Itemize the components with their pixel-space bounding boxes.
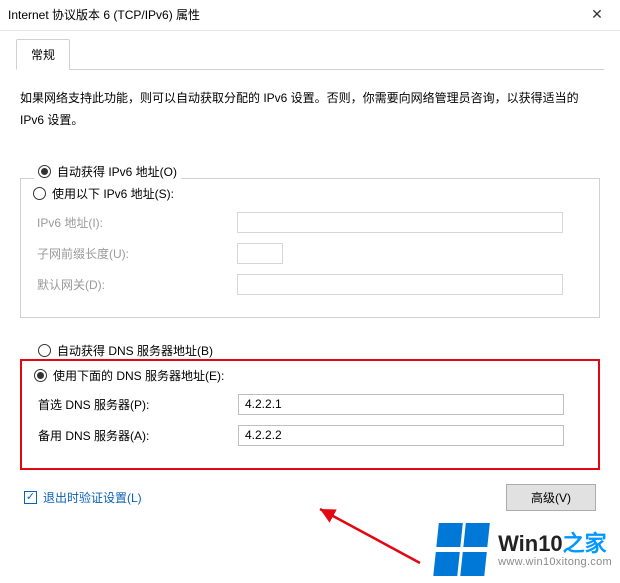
windows-logo-icon — [433, 523, 493, 577]
content: 常规 如果网络支持此功能，则可以自动获取分配的 IPv6 设置。否则，你需要向网… — [0, 31, 620, 511]
watermark-brand-a: Win10 — [498, 531, 563, 556]
radio-icon — [38, 165, 51, 178]
footer: 退出时验证设置(L) 高级(V) — [24, 484, 596, 511]
radio-ip-manual[interactable]: 使用以下 IPv6 地址(S): — [33, 185, 587, 202]
dns-preferred-input[interactable]: 4.2.2.1 — [238, 394, 564, 415]
ip-prefix-input — [237, 243, 283, 264]
tab-strip: 常规 — [16, 39, 604, 70]
checkbox-icon — [24, 491, 37, 504]
ip-prefix-label: 子网前缀长度(U): — [37, 245, 237, 262]
ip-address-input — [237, 212, 563, 233]
radio-ip-auto[interactable]: 自动获得 IPv6 地址(O) — [34, 163, 181, 180]
validate-checkbox[interactable]: 退出时验证设置(L) — [24, 489, 142, 506]
radio-ip-manual-label: 使用以下 IPv6 地址(S): — [52, 185, 174, 202]
annotation-arrow — [300, 505, 450, 565]
watermark: Win10之家 www.win10xitong.com — [436, 523, 612, 577]
dns-alternate-row: 备用 DNS 服务器(A): 4.2.2.2 — [38, 425, 586, 446]
watermark-brand-b: 之家 — [563, 531, 607, 556]
radio-icon — [33, 187, 46, 200]
validate-label: 退出时验证设置(L) — [43, 489, 142, 506]
ip-address-row: IPv6 地址(I): — [37, 212, 587, 233]
advanced-button[interactable]: 高级(V) — [506, 484, 596, 511]
ip-prefix-row: 子网前缀长度(U): — [37, 243, 587, 264]
ip-gateway-input — [237, 274, 563, 295]
titlebar: Internet 协议版本 6 (TCP/IPv6) 属性 ✕ — [0, 0, 620, 31]
dns-preferred-row: 首选 DNS 服务器(P): 4.2.2.1 — [38, 394, 586, 415]
radio-dns-auto[interactable]: 自动获得 DNS 服务器地址(B) — [34, 342, 217, 359]
close-icon: ✕ — [591, 6, 603, 23]
radio-icon — [34, 369, 47, 382]
radio-dns-auto-label: 自动获得 DNS 服务器地址(B) — [57, 342, 213, 359]
ip-group: 使用以下 IPv6 地址(S): IPv6 地址(I): 子网前缀长度(U): … — [20, 178, 600, 318]
watermark-url: www.win10xitong.com — [498, 556, 612, 568]
dns-group: 使用下面的 DNS 服务器地址(E): 首选 DNS 服务器(P): 4.2.2… — [20, 359, 600, 470]
radio-dns-manual[interactable]: 使用下面的 DNS 服务器地址(E): — [34, 367, 586, 384]
dns-preferred-label: 首选 DNS 服务器(P): — [38, 396, 238, 413]
dns-alternate-input[interactable]: 4.2.2.2 — [238, 425, 564, 446]
dns-alternate-label: 备用 DNS 服务器(A): — [38, 427, 238, 444]
watermark-text: Win10之家 www.win10xitong.com — [498, 532, 612, 568]
tab-general[interactable]: 常规 — [16, 39, 70, 70]
ip-address-label: IPv6 地址(I): — [37, 214, 237, 231]
ip-gateway-row: 默认网关(D): — [37, 274, 587, 295]
description-text: 如果网络支持此功能，则可以自动获取分配的 IPv6 设置。否则，你需要向网络管理… — [20, 88, 600, 131]
ip-gateway-label: 默认网关(D): — [37, 276, 237, 293]
close-button[interactable]: ✕ — [582, 4, 612, 24]
radio-dns-manual-label: 使用下面的 DNS 服务器地址(E): — [53, 367, 224, 384]
radio-ip-auto-label: 自动获得 IPv6 地址(O) — [57, 163, 177, 180]
radio-icon — [38, 344, 51, 357]
window-title: Internet 协议版本 6 (TCP/IPv6) 属性 — [8, 6, 200, 23]
